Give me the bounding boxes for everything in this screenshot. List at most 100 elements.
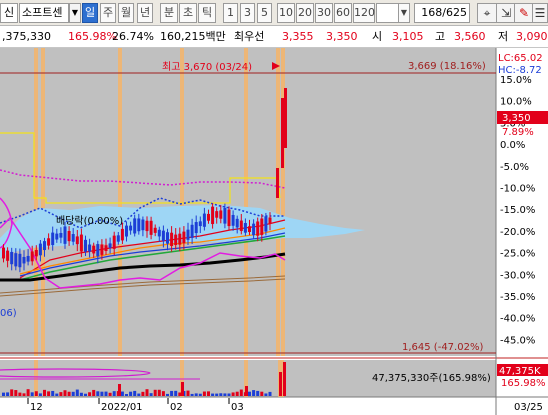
high-label: 고: [435, 30, 446, 43]
interval-dropdown-icon[interactable]: ▼: [398, 3, 410, 23]
candle: [59, 232, 63, 238]
volume-bar: [63, 390, 67, 396]
volume-bar: [239, 389, 243, 396]
candle: [211, 206, 215, 225]
quote-strip: ,375,330 165.98% 26.74% 160,215백만 최우선 3,…: [0, 26, 548, 48]
max-price-annotation: 최고 3,670 (03/24): [162, 61, 252, 73]
candle: [141, 219, 145, 231]
interval-button-10[interactable]: 10: [277, 3, 295, 23]
candle: [92, 245, 96, 254]
candle: [43, 241, 46, 251]
volume-bar: [118, 384, 121, 396]
date-label-jan: 2022/01: [101, 402, 143, 413]
candle: [284, 88, 287, 148]
highlight-band: [180, 48, 184, 356]
draw-tools-icon[interactable]: ✎: [514, 3, 534, 23]
price-axis-tick: 10.0%: [500, 97, 532, 108]
turnover-rate: 26.74%: [112, 30, 154, 43]
interval-button-20[interactable]: 20: [296, 3, 314, 23]
zoom-icon[interactable]: ⇲: [496, 3, 516, 23]
candle: [137, 218, 141, 232]
interval-button-60[interactable]: 60: [334, 3, 352, 23]
price-axis-tick: -35.0%: [500, 292, 535, 303]
period-tab-week[interactable]: 주: [100, 3, 116, 23]
candle: [104, 245, 108, 251]
candle: [276, 168, 279, 198]
settings-icon[interactable]: ☰: [532, 3, 548, 23]
period-tab-second[interactable]: 초: [179, 3, 197, 23]
candle: [129, 225, 133, 231]
stock-dropdown-icon[interactable]: ▼: [69, 3, 81, 23]
candle: [243, 223, 247, 233]
candle: [120, 228, 124, 241]
min-line-label: 1,645 (-47.02%): [402, 342, 483, 353]
candle: [67, 230, 71, 242]
candle: [75, 236, 79, 245]
interval-button-1[interactable]: 1: [223, 3, 238, 23]
period-tab-year[interactable]: 년: [137, 3, 153, 23]
volume-bar: [248, 391, 251, 396]
candle: [84, 239, 87, 252]
crosshair-icon[interactable]: ⌖: [477, 3, 497, 23]
volume-bar: [264, 393, 268, 396]
volume-bar: [43, 389, 46, 396]
candle: [71, 234, 75, 242]
date-label-mar: 03: [231, 402, 244, 413]
volume-bar: [67, 391, 71, 396]
volume-bar: [137, 393, 141, 396]
candle: [51, 232, 55, 246]
period-tab-tick[interactable]: 틱: [198, 3, 216, 23]
volume-bar: [18, 392, 22, 396]
interval-button-5[interactable]: 5: [257, 3, 272, 23]
candle: [202, 213, 206, 227]
change-percent: 165.98%: [68, 30, 117, 43]
volume-bar: [84, 393, 87, 396]
volume-bar: [170, 390, 174, 396]
volume-bar: [92, 389, 96, 396]
volume-bar: [227, 393, 231, 396]
candle: [125, 225, 128, 237]
open-label: 시: [372, 30, 383, 43]
candle: [264, 216, 268, 232]
volume-bar: [145, 389, 149, 396]
candle: [235, 218, 239, 228]
volume-fragment: ,375,330: [2, 30, 51, 43]
volume-bar: [268, 391, 272, 396]
market-code-button[interactable]: 신: [0, 3, 18, 23]
interval-button-3[interactable]: 3: [240, 3, 255, 23]
volume-bar: [181, 382, 184, 396]
volume-bar: [34, 391, 38, 396]
stock-name-input[interactable]: 소프트센: [19, 3, 69, 23]
volume-bar: [47, 391, 51, 396]
volume-bar: [279, 372, 282, 396]
volume-bar: [231, 392, 235, 396]
volume-bar: [129, 391, 133, 396]
candle: [260, 218, 264, 235]
volume-bar: [59, 392, 63, 396]
stock-chart[interactable]: 최고 3,670 (03/24) 3,669 (18.16%) 1,645 (-…: [0, 48, 548, 415]
candle: [112, 235, 116, 249]
current-price: 3,350: [502, 113, 531, 124]
record-count-input[interactable]: 168/625: [414, 3, 470, 23]
volume-bar: [120, 391, 124, 396]
volume-bar: [283, 362, 286, 396]
volume-bar: [104, 391, 108, 396]
interval-button-120[interactable]: 120: [353, 3, 375, 23]
volume-bar: [26, 389, 30, 396]
volume-bar: [22, 393, 26, 396]
candle: [198, 221, 202, 227]
candle: [6, 250, 10, 261]
period-tab-minute[interactable]: 분: [160, 3, 178, 23]
volume-bar: [96, 391, 100, 396]
volume-bar: [235, 391, 239, 396]
candle: [161, 230, 165, 241]
volume-bar: [133, 390, 137, 396]
candle: [178, 233, 182, 245]
period-tab-day[interactable]: 일: [82, 3, 98, 23]
highlight-band: [244, 48, 248, 356]
interval-button-30[interactable]: 30: [315, 3, 333, 23]
candle: [145, 220, 149, 232]
period-tab-month[interactable]: 월: [118, 3, 134, 23]
volume-bar: [149, 393, 153, 396]
candle: [182, 231, 186, 244]
